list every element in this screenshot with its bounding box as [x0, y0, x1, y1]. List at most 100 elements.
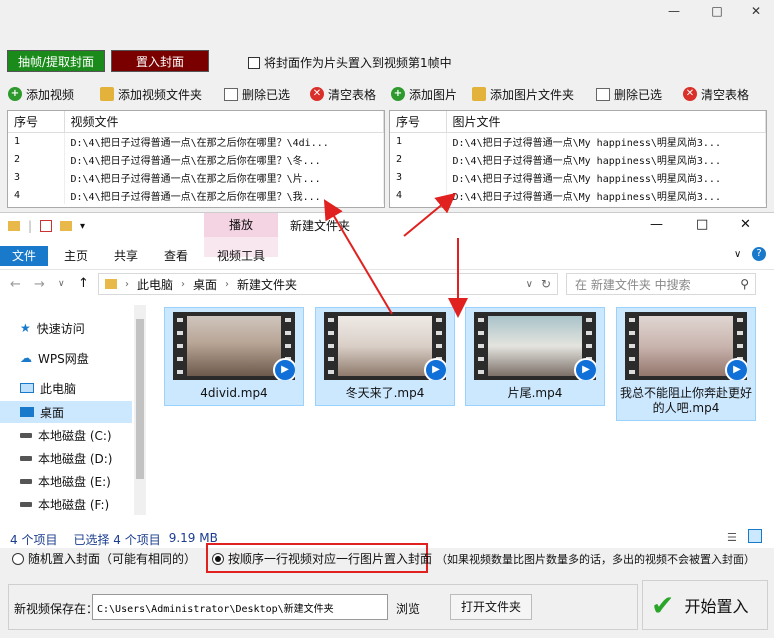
cloud-icon: ☁ — [20, 351, 32, 365]
delete-selected-videos-button[interactable]: 删除已选 — [224, 84, 290, 104]
media-player-icon: ▶ — [273, 358, 295, 380]
delete-selected-images-button[interactable]: 删除已选 — [596, 84, 662, 104]
quick-access-toolbar: | ▾ — [8, 219, 85, 233]
address-bar[interactable]: › 此电脑 › 桌面 › 新建文件夹 ∨ ↻ — [98, 273, 558, 295]
row-file: D:\4\把日子过得普通一点\在那之后你在哪里？\片... — [64, 168, 384, 186]
first-frame-checkbox[interactable] — [248, 56, 260, 69]
image-table[interactable]: 序号 图片文件 1 D:\4\把日子过得普通一点\My happiness\明星风… — [389, 110, 767, 208]
new-folder-icon[interactable] — [60, 221, 73, 231]
image-col-index[interactable]: 序号 — [390, 111, 447, 133]
video-thumbnail: ▶ — [324, 312, 446, 380]
explorer-minimize-button[interactable]: — — [650, 217, 663, 232]
search-box[interactable]: 在 新建文件夹 中搜索 ⚲ — [566, 273, 756, 295]
add-image-button[interactable]: + 添加图片 — [391, 84, 457, 104]
file-item[interactable]: ▶ 我总不能阻止你奔赴更好的人吧.mp4 — [616, 307, 756, 421]
table-row[interactable]: 4 D:\4\把日子过得普通一点\My happiness\明星风尚3... — [390, 186, 766, 204]
nav-drive-e[interactable]: 本地磁盘 (E:) — [0, 470, 132, 492]
search-icon: ⚲ — [740, 277, 749, 291]
row-index: 4 — [390, 186, 447, 204]
insert-cover-button[interactable]: 置入封面 — [111, 50, 209, 72]
tab-home[interactable]: 主页 — [54, 246, 98, 266]
open-folder-button[interactable]: 打开文件夹 — [450, 594, 532, 620]
computer-icon — [20, 383, 34, 393]
row-index: 1 — [8, 132, 65, 150]
video-table[interactable]: 序号 视频文件 1 D:\4\把日子过得普通一点\在那之后你在哪里？\4di...… — [7, 110, 385, 208]
add-image-folder-button[interactable]: 添加图片文件夹 — [472, 84, 574, 104]
explorer-close-button[interactable]: ✕ — [740, 217, 751, 232]
table-row[interactable]: 1 D:\4\把日子过得普通一点\My happiness\明星风尚3... — [390, 132, 766, 150]
video-col-file[interactable]: 视频文件 — [64, 111, 384, 133]
tab-file[interactable]: 文件 — [0, 246, 48, 266]
drive-icon — [20, 501, 32, 507]
address-dropdown-icon[interactable]: ∨ — [526, 279, 533, 290]
table-row[interactable]: 2 D:\4\把日子过得普通一点\My happiness\明星风尚3... — [390, 150, 766, 168]
table-row[interactable]: 4 D:\4\把日子过得普通一点\在那之后你在哪里？\我... — [8, 186, 384, 204]
first-frame-checkbox-label: 将封面作为片头置入到视频第1帧中 — [264, 56, 452, 70]
table-row[interactable]: 2 D:\4\把日子过得普通一点\在那之后你在哪里？\冬... — [8, 150, 384, 168]
expand-ribbon-icon[interactable]: ∨ — [734, 249, 741, 260]
video-thumbnail: ▶ — [173, 312, 295, 380]
maximize-button[interactable]: □ — [703, 4, 731, 20]
save-path-input[interactable] — [92, 594, 388, 620]
random-mode-option[interactable]: 随机置入封面（可能有相同的） — [12, 550, 196, 567]
first-frame-option[interactable]: 将封面作为片头置入到视频第1帧中 — [248, 54, 452, 71]
explorer-maximize-button[interactable]: □ — [696, 217, 708, 232]
play-context-tab[interactable]: 播放 — [204, 213, 278, 237]
recent-locations-icon[interactable]: ∨ — [58, 279, 65, 289]
nav-wps-cloud[interactable]: ☁ WPS网盘 — [0, 347, 132, 369]
table-row[interactable]: 3 D:\4\把日子过得普通一点\My happiness\明星风尚3... — [390, 168, 766, 186]
add-video-folder-button[interactable]: 添加视频文件夹 — [100, 84, 202, 104]
add-image-folder-label: 添加图片文件夹 — [490, 87, 575, 102]
nav-drive-d[interactable]: 本地磁盘 (D:) — [0, 447, 132, 469]
save-path-label: 新视频保存在： — [14, 602, 99, 616]
add-video-button[interactable]: + 添加视频 — [8, 84, 74, 104]
table-row[interactable]: 3 D:\4\把日子过得普通一点\在那之后你在哪里？\片... — [8, 168, 384, 186]
tab-video-tools[interactable]: 视频工具 — [206, 246, 276, 266]
clear-image-table-button[interactable]: ✕ 清空表格 — [683, 84, 749, 104]
back-arrow-icon[interactable]: ← — [10, 277, 21, 292]
nav-this-pc[interactable]: 此电脑 — [0, 377, 132, 399]
large-icons-view-icon[interactable] — [748, 529, 762, 543]
add-video-folder-label: 添加视频文件夹 — [118, 87, 203, 102]
selected-count: 已选择 4 个项目 — [73, 533, 161, 547]
nav-quick-access[interactable]: ★ 快速访问 — [0, 317, 132, 339]
minimize-button[interactable]: — — [660, 4, 688, 20]
extract-cover-button[interactable]: 抽帧/提取封面 — [7, 50, 105, 72]
sequential-mode-option[interactable]: 按顺序一行视频对应一行图片置入封面 （如果视频数量比图片数量多的话，多出的视频不… — [212, 550, 755, 567]
start-button[interactable]: ✔ 开始置入 — [642, 580, 768, 630]
breadcrumb-desktop[interactable]: 桌面 — [193, 276, 217, 293]
up-arrow-icon[interactable]: ↑ — [78, 276, 89, 291]
browse-button[interactable]: 浏览 — [396, 600, 420, 617]
file-item[interactable]: ▶ 4divid.mp4 — [164, 307, 304, 406]
random-mode-radio[interactable] — [12, 552, 24, 565]
sequential-mode-label: 按顺序一行视频对应一行图片置入封面 — [228, 552, 433, 566]
refresh-icon[interactable]: ↻ — [541, 277, 557, 291]
help-icon[interactable]: ? — [752, 247, 766, 261]
breadcrumb-this-pc[interactable]: 此电脑 — [137, 276, 173, 293]
row-index: 1 — [390, 132, 447, 150]
file-item[interactable]: ▶ 冬天来了.mp4 — [315, 307, 455, 406]
sequential-mode-radio[interactable] — [212, 552, 224, 565]
file-name: 我总不能阻止你奔赴更好的人吧.mp4 — [619, 386, 752, 415]
drive-icon — [20, 432, 32, 438]
forward-arrow-icon[interactable]: → — [34, 277, 45, 292]
folder-icon[interactable] — [8, 221, 20, 231]
tab-view[interactable]: 查看 — [154, 246, 198, 266]
clear-video-table-button[interactable]: ✕ 清空表格 — [310, 84, 376, 104]
properties-icon[interactable] — [40, 220, 53, 232]
drive-icon — [20, 478, 32, 484]
customize-toolbar-icon[interactable]: ▾ — [80, 221, 85, 232]
file-item[interactable]: ▶ 片尾.mp4 — [465, 307, 605, 406]
image-col-file[interactable]: 图片文件 — [446, 111, 766, 133]
tab-share[interactable]: 共享 — [104, 246, 148, 266]
table-row[interactable]: 1 D:\4\把日子过得普通一点\在那之后你在哪里？\4di... — [8, 132, 384, 150]
nav-desktop[interactable]: 桌面 — [0, 401, 132, 423]
random-mode-label: 随机置入封面（可能有相同的） — [28, 552, 197, 566]
details-view-icon[interactable]: ☰ — [727, 531, 737, 544]
nav-drive-c[interactable]: 本地磁盘 (C:) — [0, 424, 132, 446]
nav-drive-f[interactable]: 本地磁盘 (F:) — [0, 493, 132, 515]
breadcrumb-new-folder[interactable]: 新建文件夹 — [237, 276, 297, 293]
nav-scrollbar[interactable] — [134, 305, 146, 515]
video-col-index[interactable]: 序号 — [8, 111, 65, 133]
close-button[interactable]: ✕ — [742, 4, 770, 20]
